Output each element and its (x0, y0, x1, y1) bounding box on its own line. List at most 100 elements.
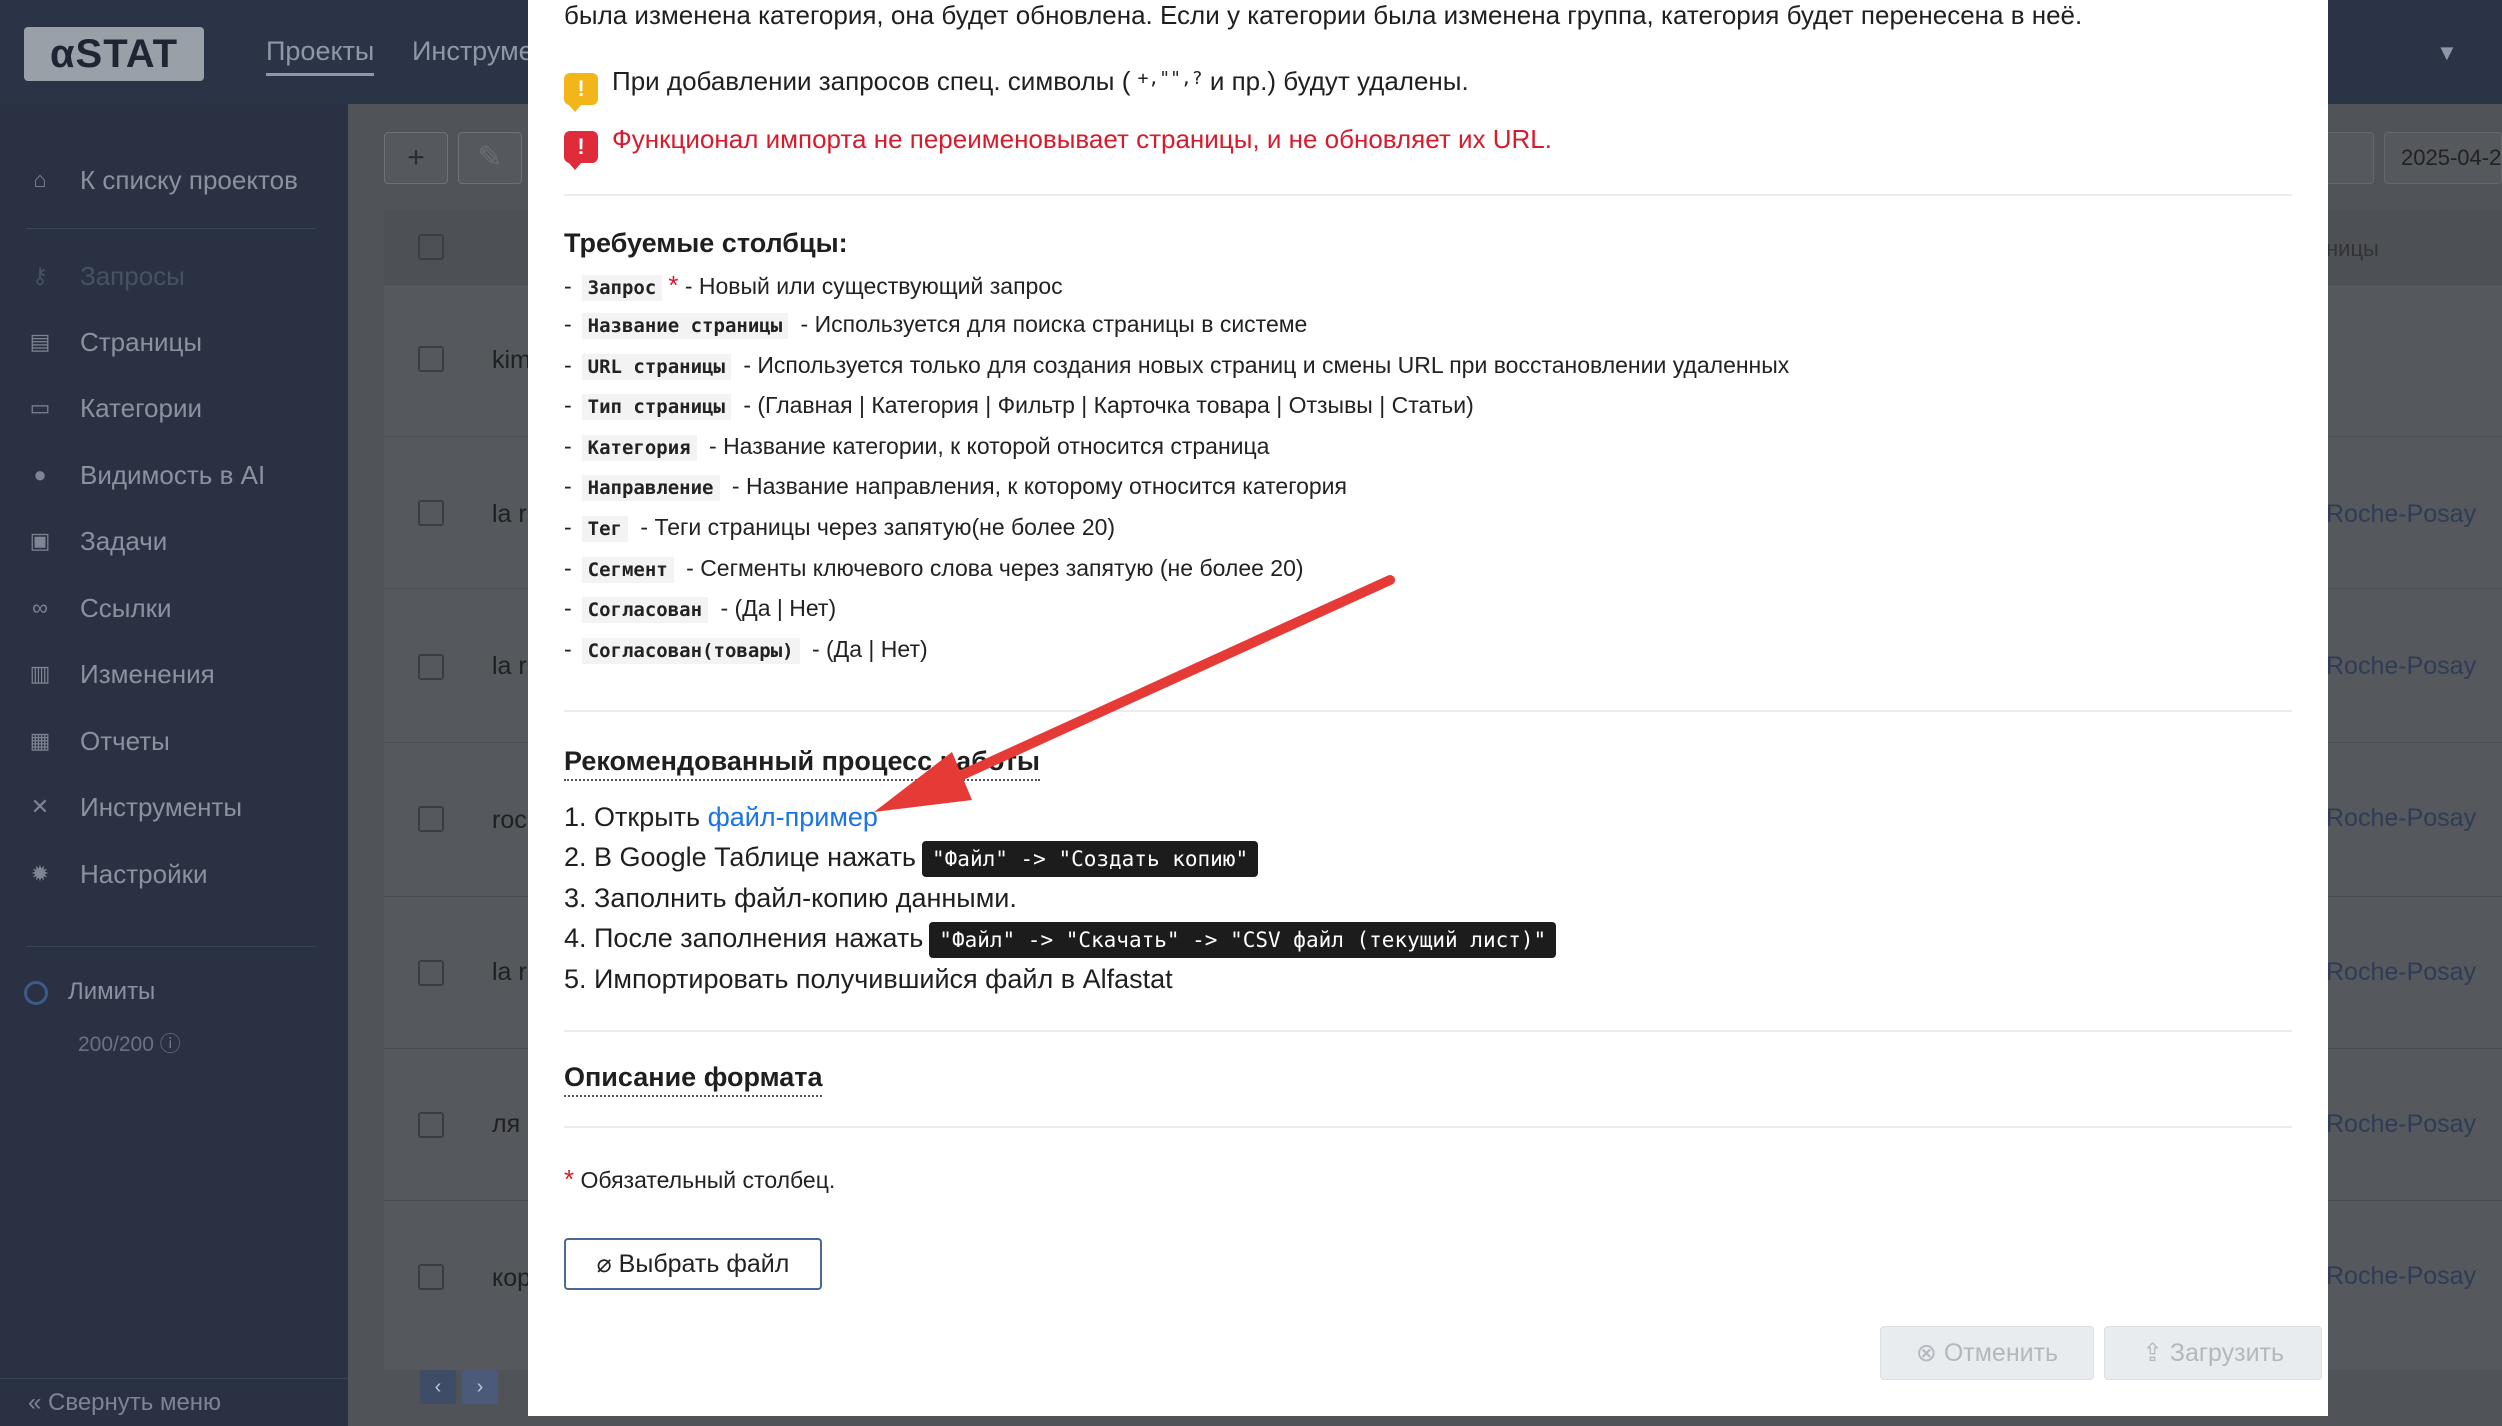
required-columns-title: Требуемые столбцы: (564, 228, 848, 258)
sidebar-item-label: Настройки (80, 858, 208, 889)
sidebar-item-tools[interactable]: ✕ Инструменты (0, 777, 348, 837)
special-symbols: +,"",? (1137, 68, 1203, 89)
sidebar-item-label: Категории (80, 392, 202, 423)
sidebar-item-queries[interactable]: ⚷ Запросы (0, 246, 348, 306)
column-item-segment: - Сегмент - Сегменты ключевого слова чере… (564, 555, 1304, 583)
example-file-link[interactable]: файл-пример (708, 802, 878, 832)
row-query: la r (492, 500, 527, 528)
row-checkbox[interactable] (418, 806, 444, 832)
row-checkbox[interactable] (418, 346, 444, 372)
sidebar-item-ai-visibility[interactable]: ● Видимость в AI (0, 445, 348, 505)
sidebar: ⌂ К списку проектов ⚷ Запросы ▤ Страницы ▭ К… (0, 104, 348, 1426)
recommended-process-title: Рекомендованный процесс работы (564, 746, 1040, 781)
row-checkbox[interactable] (418, 960, 444, 986)
sidebar-item-label: Отчеты (80, 725, 170, 756)
row-checkbox[interactable] (418, 1264, 444, 1290)
changes-icon: ▥ (29, 661, 51, 686)
divider (564, 710, 2292, 712)
required-column-legend: * Обязательный столбец. (564, 1164, 836, 1194)
sidebar-item-pages[interactable]: ▤ Страницы (0, 312, 348, 372)
prev-page-button[interactable]: ‹ (420, 1370, 456, 1404)
sidebar-item-settings[interactable]: ✹ Настройки (0, 844, 348, 904)
next-page-button[interactable]: › (462, 1370, 498, 1404)
column-item-approved-goods: - Согласован(товары) - (Да | Нет) (564, 636, 928, 664)
column-item-page-url: - URL страницы - Используется только для … (564, 352, 1790, 380)
cancel-button[interactable]: ⊗ Отменить (1880, 1326, 2094, 1380)
sidebar-item-label: Задачи (80, 525, 168, 556)
column-item-query: - Запрос * - Новый или существующий запрос (564, 270, 1063, 301)
divider (564, 1126, 2292, 1128)
link-icon: ∞ (32, 595, 48, 620)
sidebar-item-changes[interactable]: ▥ Изменения (0, 644, 348, 704)
edit-pencil-icon[interactable]: ✎ (458, 132, 522, 184)
task-icon: ▣ (29, 528, 51, 553)
divider (564, 1030, 2292, 1032)
sidebar-divider (26, 946, 316, 947)
row-checkbox[interactable] (418, 654, 444, 680)
limits-ring-icon (24, 980, 48, 1005)
row-category: Roche-Posay (2326, 1262, 2477, 1290)
report-icon: ▦ (29, 728, 51, 753)
sidebar-item-label: Ссылки (80, 592, 172, 623)
divider (564, 194, 2292, 196)
step-4: 4. После заполнения нажать "Файл" -> "Ска… (564, 922, 1557, 958)
row-checkbox[interactable] (418, 1112, 444, 1138)
upload-button[interactable]: ⇪ Загрузить (2104, 1326, 2322, 1380)
sidebar-item-label: Видимость в AI (80, 459, 266, 490)
warning-icon: ! (564, 73, 598, 112)
format-description-title[interactable]: Описание формата (564, 1062, 823, 1097)
paperclip-icon: ⌀ (596, 1250, 612, 1278)
row-checkbox[interactable] (418, 500, 444, 526)
step-4-shortcut: "Файл" -> "Скачать" -> "CSV файл (текущи… (929, 922, 1557, 958)
column-header-pages: ницы (2326, 236, 2379, 261)
key-icon: ⚷ (31, 263, 49, 288)
select-all-checkbox[interactable] (418, 234, 444, 260)
collapse-menu-button[interactable]: « Свернуть меню (0, 1378, 348, 1426)
user-menu-chevron-down-icon[interactable]: ▼ (2436, 40, 2458, 66)
step-2-shortcut: "Файл" -> "Создать копию" (922, 841, 1259, 877)
sidebar-item-projects[interactable]: ⌂ К списку проектов (0, 150, 348, 210)
tools-icon: ✕ (30, 794, 50, 819)
sidebar-item-label: К списку проектов (80, 164, 298, 195)
cancel-circle-x-icon: ⊗ (1915, 1339, 1937, 1367)
row-category: Roche-Posay (2326, 500, 2477, 528)
column-item-direction: - Направление - Название направления, к к… (564, 473, 1347, 501)
app-logo[interactable]: αSTAT (24, 27, 204, 81)
sidebar-item-categories[interactable]: ▭ Категории (0, 378, 348, 438)
row-category: Roche-Posay (2326, 804, 2477, 832)
required-star: * (564, 1164, 575, 1194)
sidebar-divider (26, 228, 316, 229)
required-star: * (668, 270, 679, 300)
row-category: Roche-Posay (2326, 1110, 2477, 1138)
upload-icon: ⇪ (2141, 1339, 2163, 1367)
row-category: Roche-Posay (2326, 958, 2477, 986)
choose-file-button[interactable]: ⌀ Выбрать файл (564, 1238, 822, 1290)
row-query: kim (492, 346, 531, 374)
folder-icon: ▭ (29, 395, 51, 420)
category-update-note: была изменена категория, она будет обнов… (564, 0, 2083, 30)
step-2: 2. В Google Таблице нажать "Файл" -> "Соз… (564, 841, 1259, 877)
step-1: 1. Открыть файл-пример (564, 802, 878, 832)
sidebar-item-label: Запросы (80, 260, 185, 291)
row-category: Roche-Posay (2326, 652, 2477, 680)
list-icon: ▤ (29, 329, 51, 354)
sidebar-item-label: Страницы (80, 326, 203, 357)
home-icon: ⌂ (33, 167, 47, 192)
limits-value: 200/200 ⓘ (78, 1033, 181, 1056)
date-field[interactable]: 2025-04-2 (2384, 132, 2502, 184)
column-item-tag: - Тег - Теги страницы через запятую(не бо… (564, 514, 1116, 542)
danger-note: ! Функционал импорта не переименовывает с… (564, 124, 1552, 170)
row-query: la r (492, 958, 527, 986)
add-button[interactable]: + (384, 132, 448, 184)
import-modal: была изменена категория, она будет обнов… (528, 0, 2328, 1416)
row-query: ля (492, 1110, 521, 1138)
sidebar-item-tasks[interactable]: ▣ Задачи (0, 511, 348, 571)
error-icon: ! (564, 131, 598, 170)
nav-projects[interactable]: Проекты (266, 36, 375, 76)
sidebar-item-links[interactable]: ∞ Ссылки (0, 578, 348, 638)
gear-icon: ✹ (30, 861, 50, 886)
ai-icon: ● (33, 462, 47, 487)
sidebar-item-reports[interactable]: ▦ Отчеты (0, 711, 348, 771)
column-item-page-type: - Тип страницы - (Главная | Категория | Ф… (564, 392, 1474, 420)
step-3: 3. Заполнить файл-копию данными. (564, 883, 1017, 913)
